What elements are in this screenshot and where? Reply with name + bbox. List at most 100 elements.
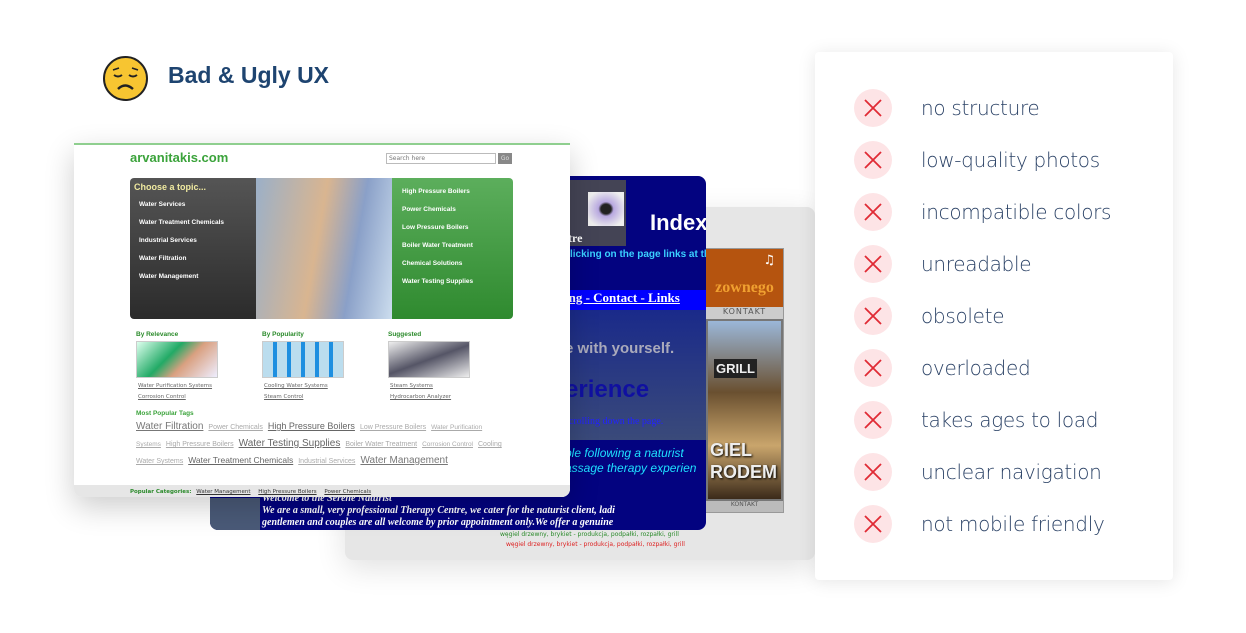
tags-title: Most Popular Tags [136,410,194,417]
x-mark-icon [854,349,892,387]
issue-label: not mobile friendly [921,512,1105,536]
menu-item[interactable]: Chemical Solutions [402,260,462,267]
broken-image-caption: węgiel drzewny, brykiet - produkcja, pod… [500,531,679,538]
go-button[interactable]: Go [498,153,512,164]
tag[interactable]: Boiler Water Treatment [345,441,417,448]
intro-line-2: assage therapy experien [565,461,697,475]
footer-link[interactable]: High Pressure Boilers [258,489,316,495]
tag[interactable]: High Pressure Boilers [166,441,234,448]
tag[interactable]: Water Treatment Chemicals [188,455,293,465]
instruction-text: licking on the page links at th [570,249,706,260]
topic-menu: Choose a topic... Water Services Water T… [130,178,256,319]
issue-label: obsolete [921,304,1005,328]
side-block [210,498,260,530]
tag-cloud: Water Filtration Power Chemicals High Pres… [136,418,516,469]
photo-text-1: GIEL [710,440,753,460]
x-mark-icon [854,297,892,335]
issue-label: unreadable [921,252,1032,276]
site-screenshot-charcoal: ♫ zownego KONTAKT GRILL GIEL RODEM KONTAK… [705,248,784,513]
issue-label: no structure [921,96,1040,120]
logo-text: tre [568,231,583,245]
column-title: Suggested [388,331,422,338]
site-logo[interactable]: arvanitakis.com [130,150,228,165]
intro-line-1: ple following a naturist [565,446,684,460]
nav-links[interactable]: ing - Contact - Links [565,290,706,310]
menu-item[interactable]: Water Management [139,273,198,280]
footer-label: Popular Categories: [130,489,192,495]
banner-heading: erience [565,376,650,403]
tag[interactable]: Industrial Services [298,458,355,465]
menu-item[interactable]: Water Treatment Chemicals [139,219,224,226]
tag[interactable]: Power Chemicals [208,424,262,431]
issue-label: unclear navigation [921,460,1102,484]
link[interactable]: Hydrocarbon Analyzer [390,394,451,400]
menu-item[interactable]: Power Chemicals [402,206,456,213]
link[interactable]: Corrosion Control [138,394,186,400]
flower-image [588,192,624,226]
tag[interactable]: Water Filtration [136,421,203,432]
tag[interactable]: Corrosion Control [422,441,473,448]
people-thumbnail [262,341,344,378]
link[interactable]: Steam Systems [390,383,433,389]
grill-label: GRILL [714,359,757,378]
tag[interactable]: Water Management [360,455,447,466]
issue-item: incompatible colors [854,193,1111,231]
x-mark-icon [854,453,892,491]
footer-link[interactable]: Power Chemicals [324,489,371,495]
photo-text-2: RODEM [710,462,777,482]
tag[interactable]: Low Pressure Boilers [360,424,426,431]
photo-text: GIEL RODEM [710,439,777,483]
link[interactable]: Cooling Water Systems [264,383,328,389]
contact-footer: KONTAKT [706,501,783,512]
music-note-icon: ♫ [763,253,775,268]
index-heading: Index [650,210,706,235]
menu-item[interactable]: High Pressure Boilers [402,188,470,195]
issue-item: unclear navigation [854,453,1102,491]
link[interactable]: Water Purification Systems [138,383,212,389]
banner-text: e with yourself. [565,340,675,357]
site-screenshot-arvanitakis: arvanitakis.com Search here Go Choose a … [74,143,570,497]
stock-photo [256,178,392,319]
issue-item: low-quality photos [854,141,1100,179]
disappointed-face-icon [103,56,148,101]
issue-item: obsolete [854,297,1005,335]
x-mark-icon [854,505,892,543]
issue-item: overloaded [854,349,1031,387]
intro-text: ple following a naturist assage therapy e… [565,446,696,476]
x-mark-icon [854,245,892,283]
image-caption: węgiel drzewny, brykiet - produkcja, pod… [506,541,685,548]
site-header: ♫ [706,249,783,307]
x-mark-icon [854,401,892,439]
column-title: By Popularity [262,331,304,338]
menu-item[interactable]: Water Testing Supplies [402,278,473,285]
issue-item: not mobile friendly [854,505,1105,543]
welcome-line-1: We are a small, very professional Therap… [262,505,615,516]
x-mark-icon [854,193,892,231]
menu-item[interactable]: Low Pressure Boilers [402,224,468,231]
tag[interactable]: High Pressure Boilers [268,421,355,431]
tag[interactable]: Water Testing Supplies [239,438,341,449]
page-title: Bad & Ugly UX [168,62,330,88]
x-mark-icon [854,141,892,179]
puzzle-thumbnail [388,341,470,378]
contact-nav: KONTAKT [706,307,783,319]
menu-item[interactable]: Water Filtration [139,255,186,262]
issue-item: takes ages to load [854,401,1098,439]
issue-label: incompatible colors [921,200,1112,224]
product-menu: High Pressure Boilers Power Chemicals Lo… [392,178,513,319]
x-mark-icon [854,89,892,127]
search-input[interactable]: Search here [386,153,496,164]
issue-label: takes ages to load [921,408,1099,432]
menu-item[interactable]: Industrial Services [139,237,197,244]
scroll-text: scrolling down the page. [565,416,664,427]
site-footer: Popular Categories: Water Management Hig… [74,485,570,497]
laptop-thumbnail [136,341,218,378]
menu-item[interactable]: Boiler Water Treatment [402,242,473,249]
welcome-text: Welcome to the Serene Naturist We are a s… [262,493,615,529]
link[interactable]: Steam Control [264,394,303,400]
menu-item[interactable]: Water Services [139,201,185,208]
footer-link[interactable]: Water Management [196,489,250,495]
issue-label: overloaded [921,356,1031,380]
column-title: By Relevance [136,331,179,338]
issue-item: unreadable [854,245,1032,283]
